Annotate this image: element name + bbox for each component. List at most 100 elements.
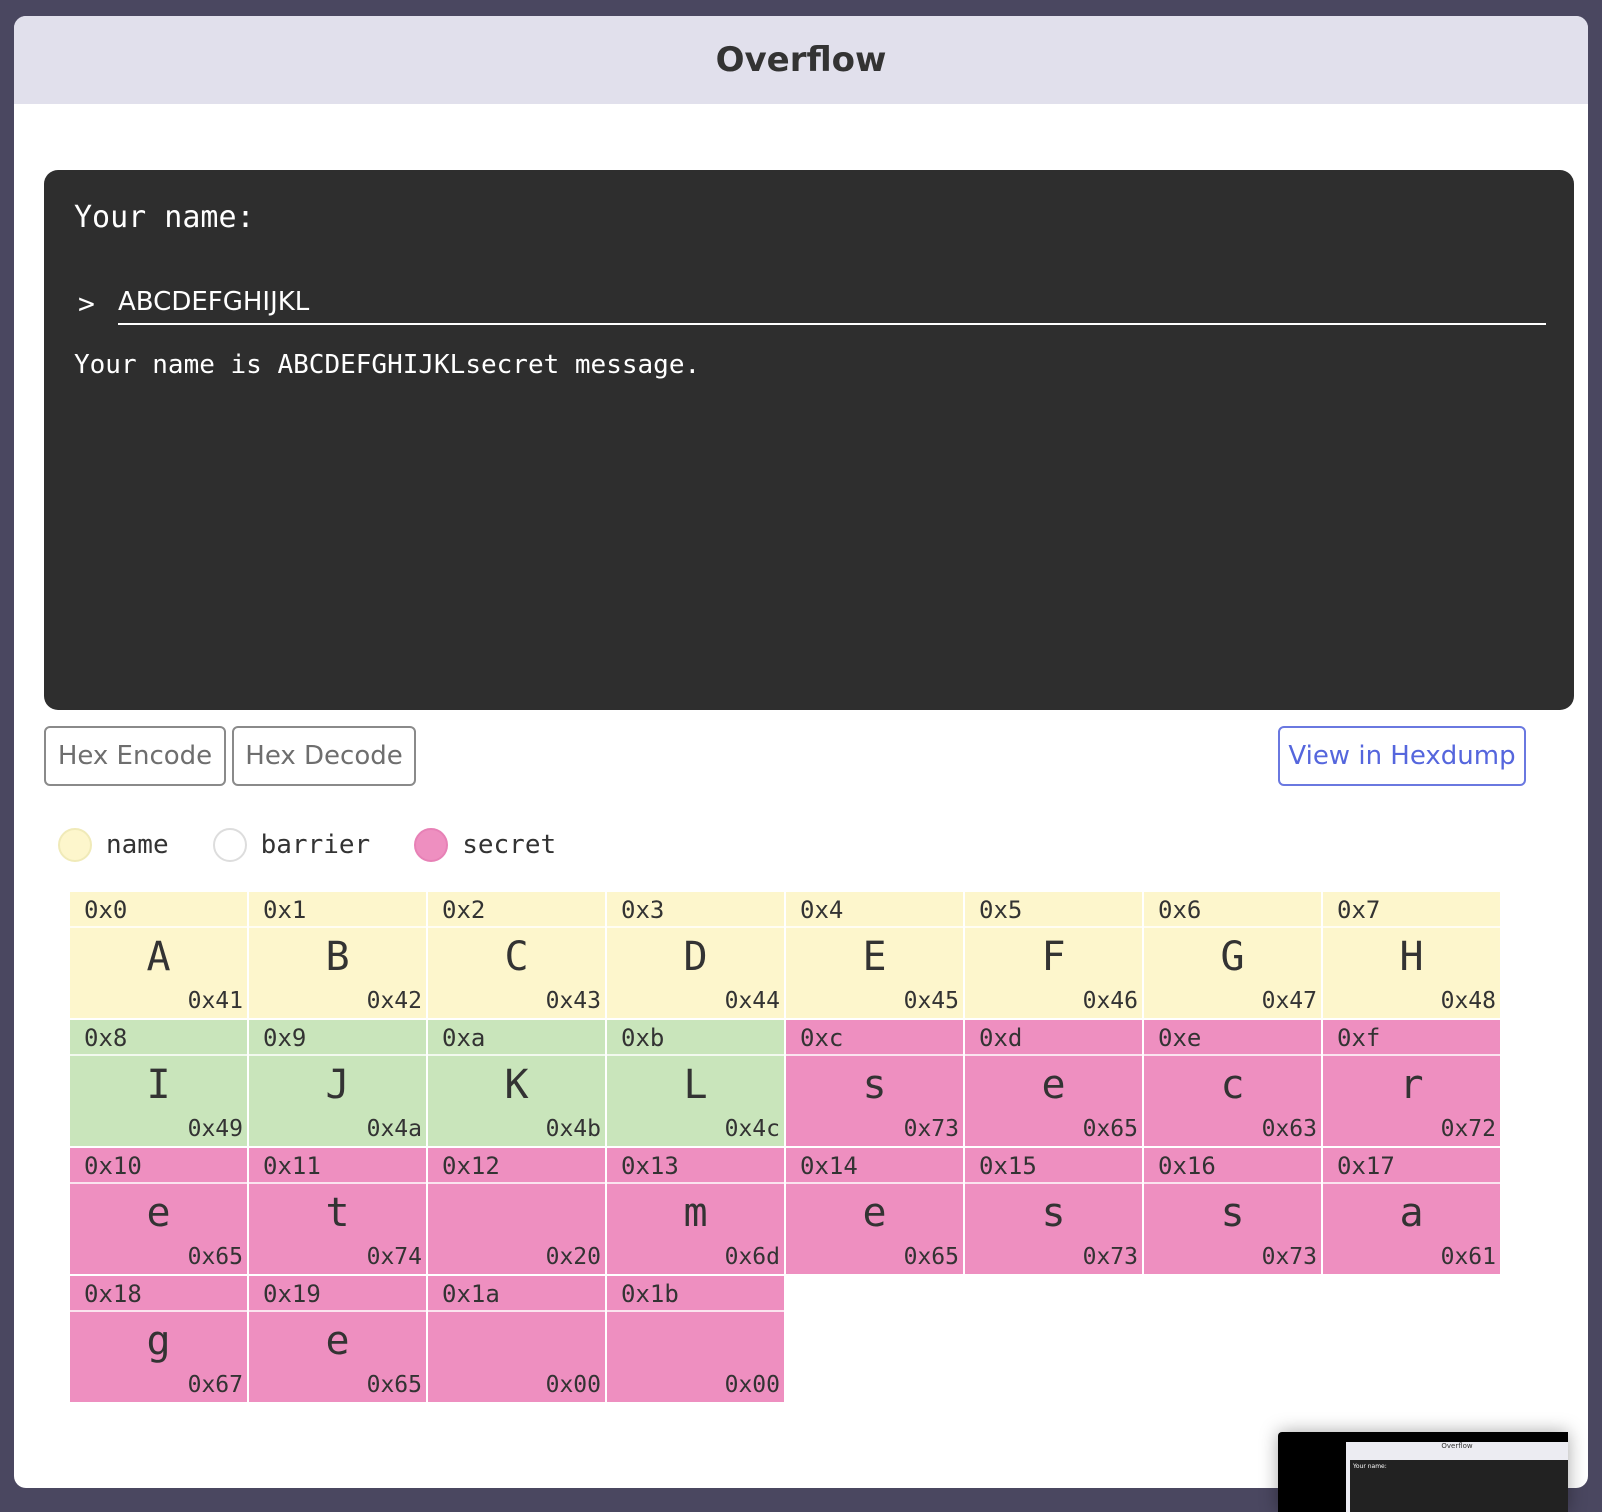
memory-hex: 0x48 xyxy=(1440,988,1496,1014)
memory-char: e xyxy=(325,1318,350,1364)
memory-address: 0x18 xyxy=(70,1276,247,1312)
memory-address: 0x5 xyxy=(965,892,1142,928)
memory-cell: 0x4 E 0x45 xyxy=(786,892,963,1018)
memory-cell: 0xe c 0x63 xyxy=(1144,1020,1321,1146)
memory-char: L xyxy=(683,1062,708,1108)
memory-char: E xyxy=(862,934,887,980)
memory-hex: 0x4a xyxy=(366,1116,422,1142)
memory-char: e xyxy=(1041,1062,1066,1108)
memory-cell: 0x13 m 0x6d xyxy=(607,1148,784,1274)
memory-cell: 0x10 e 0x65 xyxy=(70,1148,247,1274)
name-input[interactable]: ABCDEFGHIJKL xyxy=(118,281,1546,325)
memory-hex: 0x73 xyxy=(903,1116,959,1142)
memory-hex: 0x61 xyxy=(1440,1244,1496,1270)
memory-hex: 0x44 xyxy=(724,988,780,1014)
memory-char: a xyxy=(1399,1190,1424,1236)
memory-address: 0xb xyxy=(607,1020,784,1056)
memory-hex: 0x72 xyxy=(1440,1116,1496,1142)
name-color-dot xyxy=(58,828,92,862)
memory-cell: 0xd e 0x65 xyxy=(965,1020,1142,1146)
memory-cell: 0x18 g 0x67 xyxy=(70,1276,247,1402)
thumbnail-terminal: Your name: xyxy=(1350,1460,1568,1512)
memory-hex: 0x65 xyxy=(187,1244,243,1270)
memory-cell: 0x0 A 0x41 xyxy=(70,892,247,1018)
memory-hex: 0x43 xyxy=(545,988,601,1014)
memory-char: s xyxy=(1220,1190,1245,1236)
screenshot-thumbnail[interactable]: Overflow Your name: xyxy=(1278,1432,1568,1512)
memory-char: s xyxy=(1041,1190,1066,1236)
name-input-row[interactable]: > ABCDEFGHIJKL xyxy=(74,280,1546,326)
memory-address: 0x0 xyxy=(70,892,247,928)
memory-address: 0x7 xyxy=(1323,892,1500,928)
secret-color-dot xyxy=(414,828,449,862)
memory-cell: 0x1 B 0x42 xyxy=(249,892,426,1018)
memory-address: 0x4 xyxy=(786,892,963,928)
hex-decode-button[interactable]: Hex Decode xyxy=(232,726,416,786)
memory-char: F xyxy=(1041,934,1066,980)
memory-address: 0x11 xyxy=(249,1148,426,1184)
memory-cell: 0x1a 0x00 xyxy=(428,1276,605,1402)
memory-hex: 0x63 xyxy=(1261,1116,1317,1142)
memory-cell: 0x12 0x20 xyxy=(428,1148,605,1274)
memory-hex: 0x46 xyxy=(1082,988,1138,1014)
hex-encode-button[interactable]: Hex Encode xyxy=(44,726,226,786)
memory-hex: 0x49 xyxy=(187,1116,243,1142)
memory-cell: 0x2 C 0x43 xyxy=(428,892,605,1018)
memory-address: 0x17 xyxy=(1323,1148,1500,1184)
memory-hex: 0x42 xyxy=(366,988,422,1014)
memory-cell: 0x3 D 0x44 xyxy=(607,892,784,1018)
memory-address: 0xe xyxy=(1144,1020,1321,1056)
barrier-color-dot xyxy=(212,828,247,862)
memory-address: 0x13 xyxy=(607,1148,784,1184)
thumbnail-prompt: Your name: xyxy=(1353,1463,1387,1470)
memory-address: 0x6 xyxy=(1144,892,1321,928)
memory-legend: name barrier secret xyxy=(58,828,600,862)
memory-char: A xyxy=(146,934,171,980)
memory-hex: 0x73 xyxy=(1082,1244,1138,1270)
terminal-prompt: Your name: xyxy=(74,200,255,235)
memory-hex: 0x45 xyxy=(903,988,959,1014)
memory-char: D xyxy=(683,934,708,980)
memory-char: H xyxy=(1399,934,1424,980)
memory-char: e xyxy=(146,1190,171,1236)
memory-hex: 0x65 xyxy=(1082,1116,1138,1142)
memory-char: e xyxy=(862,1190,887,1236)
memory-address: 0x1a xyxy=(428,1276,605,1312)
thumbnail-preview: Overflow Your name: xyxy=(1346,1442,1568,1512)
memory-char: t xyxy=(325,1190,350,1236)
memory-cell: 0x15 s 0x73 xyxy=(965,1148,1142,1274)
app-window: Overflow Your name: > ABCDEFGHIJKL Your … xyxy=(14,16,1588,1488)
memory-hex: 0x00 xyxy=(724,1372,780,1398)
memory-char: B xyxy=(325,934,350,980)
memory-cell: 0xa K 0x4b xyxy=(428,1020,605,1146)
memory-cell: 0x16 s 0x73 xyxy=(1144,1148,1321,1274)
memory-hex: 0x41 xyxy=(187,988,243,1014)
memory-hex: 0x65 xyxy=(366,1372,422,1398)
memory-hex: 0x4c xyxy=(724,1116,780,1142)
memory-hex: 0x20 xyxy=(545,1244,601,1270)
memory-char: J xyxy=(325,1062,350,1108)
memory-hex: 0x73 xyxy=(1261,1244,1317,1270)
memory-cell: 0x9 J 0x4a xyxy=(249,1020,426,1146)
memory-cell: 0x19 e 0x65 xyxy=(249,1276,426,1402)
memory-hex: 0x47 xyxy=(1261,988,1317,1014)
legend-item-barrier: barrier xyxy=(212,828,371,862)
memory-address: 0xd xyxy=(965,1020,1142,1056)
legend-item-name: name xyxy=(58,828,169,862)
window-title: Overflow xyxy=(14,16,1588,104)
memory-cell: 0xf r 0x72 xyxy=(1323,1020,1500,1146)
memory-cell: 0x1b 0x00 xyxy=(607,1276,784,1402)
memory-hex: 0x67 xyxy=(187,1372,243,1398)
memory-hex: 0x74 xyxy=(366,1244,422,1270)
memory-cell: 0x11 t 0x74 xyxy=(249,1148,426,1274)
memory-cell: 0x5 F 0x46 xyxy=(965,892,1142,1018)
memory-hex: 0x4b xyxy=(545,1116,601,1142)
memory-char: K xyxy=(504,1062,529,1108)
memory-address: 0x16 xyxy=(1144,1148,1321,1184)
memory-cell: 0x7 H 0x48 xyxy=(1323,892,1500,1018)
memory-cell: 0x6 G 0x47 xyxy=(1144,892,1321,1018)
view-in-hexdump-button[interactable]: View in Hexdump xyxy=(1278,726,1526,786)
memory-char: C xyxy=(504,934,529,980)
legend-label-barrier: barrier xyxy=(260,830,371,860)
memory-address: 0x1b xyxy=(607,1276,784,1312)
